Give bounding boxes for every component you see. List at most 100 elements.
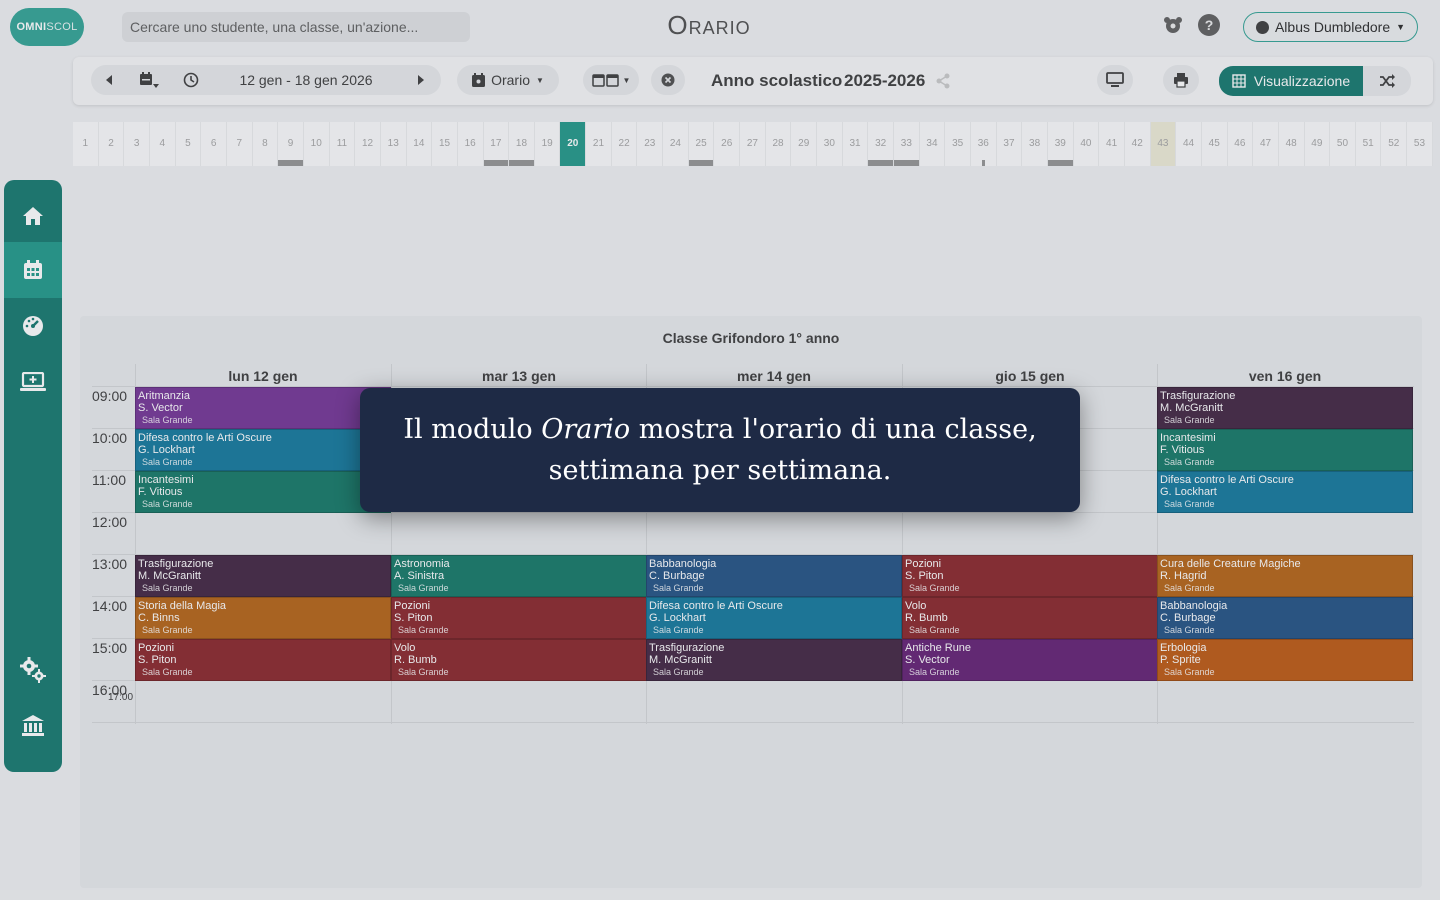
user-menu-button[interactable]: Albus Dumbledore ▼ — [1243, 12, 1418, 42]
clock-icon[interactable] — [171, 65, 211, 95]
sidebar-item-orario[interactable] — [4, 242, 62, 298]
lesson-block[interactable]: Astronomia A. Sinistra Sala Grande — [391, 555, 647, 597]
lesson-block[interactable]: Cura delle Creature Magiche R. Hagrid Sala… — [1157, 555, 1413, 597]
week-4[interactable]: 4 — [150, 122, 176, 166]
week-6[interactable]: 6 — [201, 122, 227, 166]
week-14[interactable]: 14 — [407, 122, 433, 166]
lesson-block[interactable]: Storia della Magia C. Binns Sala Grande — [135, 597, 391, 639]
print-button[interactable] — [1163, 65, 1199, 95]
help-icon[interactable]: ? — [1198, 14, 1220, 36]
next-week-button[interactable] — [401, 65, 441, 95]
week-42[interactable]: 42 — [1125, 122, 1151, 166]
shuffle-button[interactable] — [1363, 66, 1411, 96]
week-37[interactable]: 37 — [997, 122, 1023, 166]
week-26[interactable]: 26 — [714, 122, 741, 166]
share-icon[interactable] — [935, 73, 951, 94]
week-23[interactable]: 23 — [637, 122, 664, 166]
week-47[interactable]: 47 — [1253, 122, 1279, 166]
week-39[interactable]: 39 — [1047, 122, 1074, 166]
week-45[interactable]: 45 — [1202, 122, 1228, 166]
week-50[interactable]: 50 — [1330, 122, 1356, 166]
lesson-block[interactable]: Pozioni S. Piton Sala Grande — [902, 555, 1158, 597]
lesson-room: Sala Grande — [1164, 499, 1215, 509]
week-52[interactable]: 52 — [1381, 122, 1408, 166]
lesson-block[interactable]: Trasfigurazione M. McGranitt Sala Grande — [135, 555, 391, 597]
week-8[interactable]: 8 — [253, 122, 279, 166]
visualizzazione-button[interactable]: Visualizzazione — [1219, 66, 1363, 96]
lesson-block[interactable]: Difesa contro le Arti Oscure G. Lockhart S… — [646, 597, 902, 639]
week-25[interactable]: 25 — [688, 122, 715, 166]
week-17[interactable]: 17 — [483, 122, 510, 166]
week-31[interactable]: 31 — [843, 122, 869, 166]
school-year-value[interactable]: 2025-2026 — [844, 71, 925, 91]
lesson-block[interactable]: Antiche Rune S. Vector Sala Grande — [902, 639, 1158, 681]
week-49[interactable]: 49 — [1305, 122, 1331, 166]
week-20[interactable]: 20 — [560, 122, 587, 166]
week-48[interactable]: 48 — [1279, 122, 1305, 166]
lesson-block[interactable]: Volo R. Bumb Sala Grande — [391, 639, 647, 681]
week-30[interactable]: 30 — [817, 122, 843, 166]
sidebar-item-settings[interactable] — [4, 642, 62, 698]
lesson-block[interactable]: Aritmanzia S. Vector Sala Grande — [135, 387, 391, 429]
week-29[interactable]: 29 — [791, 122, 818, 166]
week-40[interactable]: 40 — [1074, 122, 1100, 166]
clear-button[interactable] — [651, 65, 685, 95]
plugin-icon[interactable] — [1160, 14, 1186, 36]
lesson-block[interactable]: Incantesimi F. Vitious Sala Grande — [135, 471, 391, 513]
orario-dropdown[interactable]: Orario ▼ — [457, 65, 559, 95]
calendar-view-dropdown[interactable]: ▼ — [583, 65, 639, 95]
week-33[interactable]: 33 — [894, 122, 920, 166]
omniscol-logo[interactable]: OMNI SCOL — [10, 8, 84, 46]
search-input[interactable] — [122, 12, 470, 42]
week-18[interactable]: 18 — [509, 122, 535, 166]
lesson-block[interactable]: Volo R. Bumb Sala Grande — [902, 597, 1158, 639]
lesson-block[interactable]: Trasfigurazione M. McGranitt Sala Grande — [646, 639, 902, 681]
week-3[interactable]: 3 — [124, 122, 150, 166]
week-27[interactable]: 27 — [740, 122, 766, 166]
week-15[interactable]: 15 — [432, 122, 458, 166]
date-range[interactable]: 12 gen - 18 gen 2026 — [211, 65, 401, 95]
week-7[interactable]: 7 — [227, 122, 253, 166]
lesson-block[interactable]: Pozioni S. Piton Sala Grande — [391, 597, 647, 639]
sidebar-item-institution[interactable] — [4, 698, 62, 754]
week-10[interactable]: 10 — [304, 122, 330, 166]
lesson-block[interactable]: Trasfigurazione M. McGranitt Sala Grande — [1157, 387, 1413, 429]
prev-week-button[interactable] — [91, 65, 127, 95]
week-46[interactable]: 46 — [1228, 122, 1254, 166]
lesson-block[interactable]: Erbologia P. Sprite Sala Grande — [1157, 639, 1413, 681]
screen-mode-button[interactable] — [1097, 65, 1133, 95]
week-2[interactable]: 2 — [99, 122, 125, 166]
week-43[interactable]: 43 — [1150, 122, 1177, 166]
week-16[interactable]: 16 — [458, 122, 484, 166]
week-34[interactable]: 34 — [920, 122, 946, 166]
week-5[interactable]: 5 — [176, 122, 202, 166]
sidebar-item-home[interactable] — [4, 188, 62, 244]
week-51[interactable]: 51 — [1356, 122, 1382, 166]
week-53[interactable]: 53 — [1407, 122, 1433, 166]
week-28[interactable]: 28 — [766, 122, 792, 166]
week-9[interactable]: 9 — [278, 122, 304, 166]
week-24[interactable]: 24 — [663, 122, 689, 166]
week-36[interactable]: 36 — [971, 122, 997, 166]
week-1[interactable]: 1 — [73, 122, 99, 166]
week-11[interactable]: 11 — [330, 122, 356, 166]
lesson-block[interactable]: Difesa contro le Arti Oscure G. Lockhart S… — [1157, 471, 1413, 513]
lesson-block[interactable]: Difesa contro le Arti Oscure G. Lockhart S… — [135, 429, 391, 471]
week-38[interactable]: 38 — [1022, 122, 1048, 166]
week-44[interactable]: 44 — [1176, 122, 1202, 166]
sidebar-item-dashboard[interactable] — [4, 298, 62, 354]
week-41[interactable]: 41 — [1099, 122, 1125, 166]
lesson-block[interactable]: Babbanologia C. Burbage Sala Grande — [646, 555, 902, 597]
week-35[interactable]: 35 — [945, 122, 971, 166]
week-21[interactable]: 21 — [586, 122, 612, 166]
calendar-picker-button[interactable] — [127, 65, 171, 95]
week-12[interactable]: 12 — [355, 122, 381, 166]
lesson-block[interactable]: Babbanologia C. Burbage Sala Grande — [1157, 597, 1413, 639]
week-13[interactable]: 13 — [381, 122, 407, 166]
week-32[interactable]: 32 — [868, 122, 894, 166]
lesson-block[interactable]: Incantesimi F. Vitious Sala Grande — [1157, 429, 1413, 471]
week-19[interactable]: 19 — [535, 122, 561, 166]
week-22[interactable]: 22 — [612, 122, 638, 166]
lesson-block[interactable]: Pozioni S. Piton Sala Grande — [135, 639, 391, 681]
sidebar-item-laptop[interactable] — [4, 354, 62, 410]
